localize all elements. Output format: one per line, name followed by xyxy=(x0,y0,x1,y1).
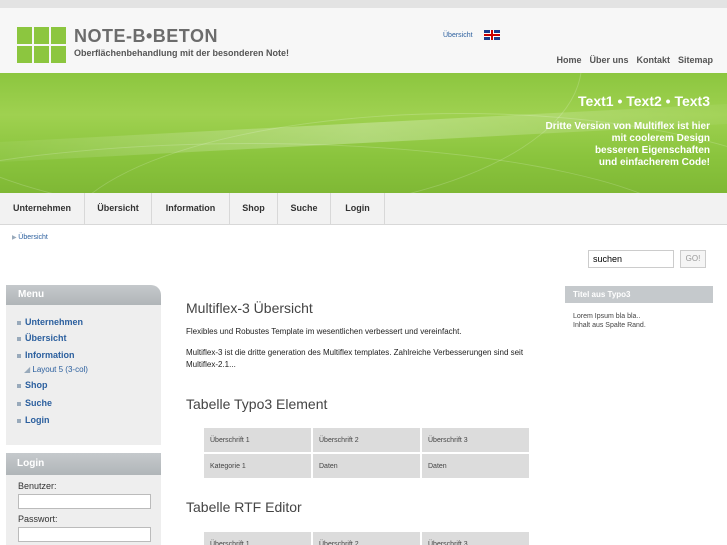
bullet-icon xyxy=(17,401,21,406)
section-title-typo3: Tabelle Typo3 Element xyxy=(186,396,328,412)
sidebar-item-shop[interactable]: Shop xyxy=(17,380,48,390)
right-panel-header: Titel aus Typo3 xyxy=(565,286,713,303)
intro-paragraph: Flexibles und Robustes Template im wesen… xyxy=(186,327,462,336)
nav-item-information[interactable]: Information xyxy=(152,193,230,224)
site-title[interactable]: NOTE-B•BETON xyxy=(74,26,218,47)
right-panel-line: Lorem Ipsum bla bla.. xyxy=(573,313,641,320)
nav-item-uebersicht[interactable]: Übersicht xyxy=(85,193,152,224)
sidebar-item-unternehmen[interactable]: Unternehmen xyxy=(17,317,83,327)
password-field[interactable] xyxy=(18,527,151,542)
page-title: Multiflex-3 Übersicht xyxy=(186,300,313,316)
top-link-contact[interactable]: Kontakt xyxy=(636,55,670,65)
bullet-icon xyxy=(17,418,21,423)
breadcrumb[interactable]: Übersicht xyxy=(12,234,48,241)
top-links: Home Über uns Kontakt Sitemap xyxy=(556,55,713,65)
banner-text: Dritte Version von Multiflex ist hier mi… xyxy=(450,121,710,169)
table-row: Kategorie 1 Daten Daten xyxy=(204,454,529,478)
table-cell: Daten xyxy=(422,454,529,478)
right-panel-text: Lorem Ipsum bla bla.. Inhalt aus Spalte … xyxy=(573,312,646,330)
page: NOTE-B•BETON Oberflächenbehandlung mit d… xyxy=(0,0,727,545)
username-field[interactable] xyxy=(18,494,151,509)
table-header-cell: Überschrift 1 xyxy=(204,428,311,452)
bullet-icon xyxy=(17,336,21,341)
right-panel-line: Inhalt aus Spalte Rand. xyxy=(573,322,646,329)
login-header: Login xyxy=(6,453,161,475)
sidebar-item-suche[interactable]: Suche xyxy=(17,398,52,408)
search-go-button[interactable]: GO! xyxy=(680,250,706,268)
bullet-icon xyxy=(17,320,21,325)
menu-title: Menu xyxy=(18,289,45,300)
site-header: NOTE-B•BETON Oberflächenbehandlung mit d… xyxy=(0,0,727,73)
table-header-cell: Überschrift 2 xyxy=(313,428,420,452)
hero-banner: Text1 • Text2 • Text3 Dritte Version von… xyxy=(0,73,727,193)
table-header-cell: Überschrift 2 xyxy=(313,532,420,545)
rtf-table: Überschrift 1 Überschrift 2 Überschrift … xyxy=(202,530,531,545)
menu-header: Menu xyxy=(6,285,161,305)
password-label: Passwort: xyxy=(18,514,58,524)
search-input[interactable] xyxy=(588,250,674,268)
top-link-home[interactable]: Home xyxy=(556,55,581,65)
table-row: Überschrift 1 Überschrift 2 Überschrift … xyxy=(204,532,529,545)
login-panel: Benutzer: Passwort: xyxy=(6,475,161,545)
nav-item-suche[interactable]: Suche xyxy=(278,193,331,224)
logo-icon[interactable] xyxy=(17,27,67,65)
banner-line: Dritte Version von Multiflex ist hier xyxy=(545,121,710,132)
typo3-table: Überschrift 1 Überschrift 2 Überschrift … xyxy=(202,426,531,480)
table-header-cell: Überschrift 3 xyxy=(422,532,529,545)
sidebar-item-information[interactable]: Information xyxy=(17,350,75,360)
banner-title: Text1 • Text2 • Text3 xyxy=(578,93,710,109)
bullet-icon xyxy=(17,353,21,358)
main-nav: Unternehmen Übersicht Information Shop S… xyxy=(0,193,727,225)
language-link[interactable]: Übersicht xyxy=(443,32,473,39)
table-row: Überschrift 1 Überschrift 2 Überschrift … xyxy=(204,428,529,452)
top-link-sitemap[interactable]: Sitemap xyxy=(678,55,713,65)
sidebar-item-login[interactable]: Login xyxy=(17,415,50,425)
banner-line: mit coolerem Design xyxy=(611,133,710,144)
description-paragraph: Multiflex-3 ist die dritte generation de… xyxy=(186,348,524,369)
banner-line: und einfacherem Code! xyxy=(598,157,710,168)
uk-flag-icon[interactable] xyxy=(484,30,500,40)
table-header-cell: Überschrift 3 xyxy=(422,428,529,452)
bullet-icon xyxy=(17,383,21,388)
site-subtitle: Oberflächenbehandlung mit der besonderen… xyxy=(74,48,290,58)
login-title: Login xyxy=(17,458,45,469)
nav-item-login[interactable]: Login xyxy=(331,193,385,224)
right-panel-title: Titel aus Typo3 xyxy=(573,290,631,299)
top-link-about[interactable]: Über uns xyxy=(589,55,628,65)
sidebar-subitem-layout[interactable]: ◢ Layout 5 (3-col) xyxy=(24,365,88,374)
username-label: Benutzer: xyxy=(18,481,57,491)
banner-line: besseren Eigenschaften xyxy=(594,145,710,156)
table-cell: Daten xyxy=(313,454,420,478)
table-cell: Kategorie 1 xyxy=(204,454,311,478)
sidebar-item-uebersicht[interactable]: Übersicht xyxy=(17,333,67,343)
table-header-cell: Überschrift 1 xyxy=(204,532,311,545)
section-title-rtf: Tabelle RTF Editor xyxy=(186,499,302,515)
menu-panel: Unternehmen Übersicht Information ◢ Layo… xyxy=(6,305,161,445)
nav-item-unternehmen[interactable]: Unternehmen xyxy=(0,193,85,224)
nav-item-shop[interactable]: Shop xyxy=(230,193,278,224)
